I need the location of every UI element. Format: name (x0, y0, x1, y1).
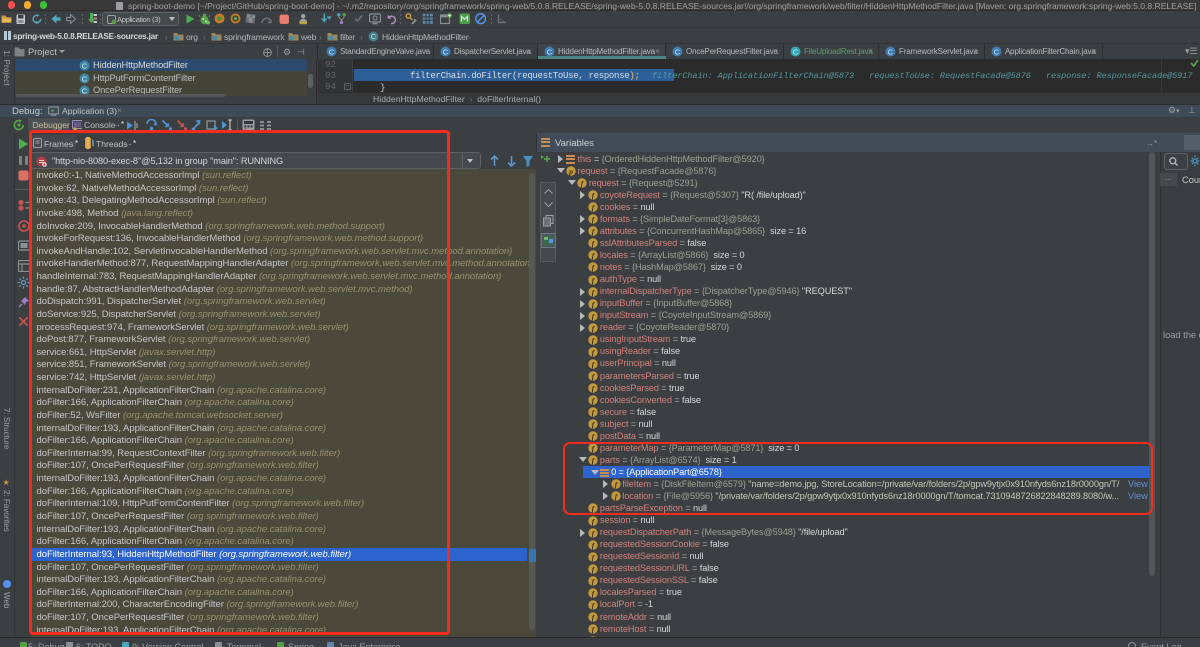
svg-text:C: C (82, 61, 88, 70)
svg-text:C: C (675, 47, 681, 56)
svg-text:C: C (371, 32, 377, 41)
svg-text:C: C (547, 47, 553, 56)
svg-text:C: C (793, 47, 799, 56)
svg-text:C: C (443, 47, 449, 56)
svg-text:p: p (568, 167, 573, 176)
svg-text:C: C (329, 47, 335, 56)
svg-text:C: C (888, 47, 894, 56)
svg-text:C: C (82, 74, 88, 83)
svg-text:C: C (994, 47, 1000, 56)
